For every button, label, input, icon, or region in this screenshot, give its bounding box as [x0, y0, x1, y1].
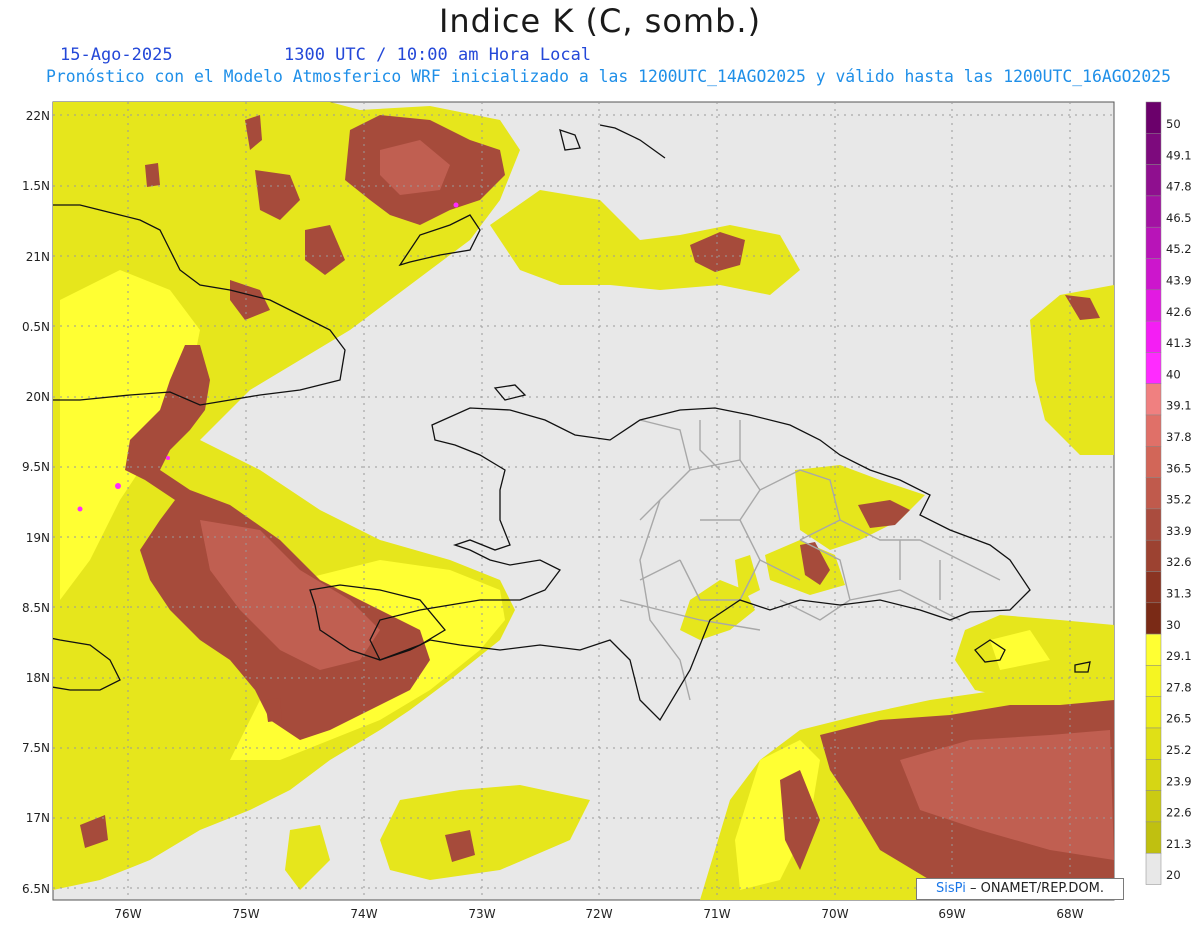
- colorbar-swatch: [1145, 727, 1162, 760]
- colorbar-swatch: [1145, 759, 1162, 791]
- lat-label-2: 21N: [26, 250, 50, 264]
- colorbar-label: 27.8: [1166, 680, 1192, 694]
- colorbar-label: 43.9: [1166, 274, 1192, 288]
- lat-label-6: 19N: [26, 531, 50, 545]
- colorbar-swatch: [1145, 477, 1162, 510]
- colorbar-swatch: [1145, 383, 1162, 416]
- credit-text: – ONAMET/REP.DOM.: [969, 881, 1104, 896]
- lat-label-1: 1.5N: [22, 179, 50, 193]
- colorbar-label: 37.8: [1166, 430, 1192, 444]
- lat-label-8: 18N: [26, 671, 50, 685]
- lon-label-3: 73W: [468, 907, 495, 921]
- colorbar-swatch: [1145, 696, 1162, 729]
- colorbar-label: 26.5: [1166, 712, 1192, 726]
- colorbar-label: 20: [1166, 868, 1181, 882]
- sispi-logo-text: SisPi: [936, 881, 966, 896]
- colorbar-label: 42.6: [1166, 305, 1192, 319]
- lon-label-2: 74W: [350, 907, 377, 921]
- colorbar-label: 31.3: [1166, 587, 1192, 601]
- colorbar-swatch: [1145, 352, 1162, 384]
- colorbar-swatch: [1145, 133, 1162, 165]
- lat-label-10: 17N: [26, 811, 50, 825]
- colorbar-label: 23.9: [1166, 774, 1192, 788]
- colorbar-swatch: [1145, 633, 1162, 666]
- colorbar-swatch: [1145, 508, 1162, 541]
- colorbar-label: 47.8: [1166, 180, 1192, 194]
- colorbar-label: 21.3: [1166, 837, 1192, 851]
- colorbar-swatch: [1145, 821, 1162, 854]
- colorbar-label: 45.2: [1166, 242, 1192, 256]
- colorbar-label: 22.6: [1166, 806, 1192, 820]
- k-index-map: 22N 1.5N 21N 0.5N 20N 9.5N 19N 8.5N 18N …: [22, 101, 1192, 921]
- colorbar-swatch: [1145, 665, 1162, 697]
- lon-label-0: 76W: [114, 907, 141, 921]
- colorbar-swatch: [1145, 539, 1162, 572]
- colorbar-swatch: [1145, 446, 1162, 478]
- colorbar-label: 30: [1166, 618, 1181, 632]
- lat-label-0: 22N: [26, 109, 50, 123]
- colorbar-swatch: [1145, 602, 1162, 635]
- colorbar-label: 46.5: [1166, 211, 1192, 225]
- credit-box: SisPi – ONAMET/REP.DOM.: [916, 878, 1124, 900]
- colorbar-swatch: [1145, 571, 1162, 604]
- colorbar-label: 29.1: [1166, 649, 1192, 663]
- colorbar-label: 50: [1166, 117, 1181, 131]
- colorbar-swatch: [1145, 195, 1162, 228]
- colorbar-label: 49.1: [1166, 148, 1192, 162]
- latitude-labels: 22N 1.5N 21N 0.5N 20N 9.5N 19N 8.5N 18N …: [22, 109, 50, 896]
- lon-label-5: 71W: [703, 907, 730, 921]
- colorbar-label: 32.6: [1166, 555, 1192, 569]
- lat-label-11: 6.5N: [22, 882, 50, 896]
- colorbar-label: 41.3: [1166, 336, 1192, 350]
- lat-label-3: 0.5N: [22, 320, 50, 334]
- lat-label-9: 7.5N: [22, 741, 50, 755]
- colorbar-swatch: [1145, 101, 1162, 134]
- colorbar-swatch: [1145, 289, 1162, 322]
- colorbar-label: 33.9: [1166, 524, 1192, 538]
- colorbar-swatch: [1145, 258, 1162, 291]
- lat-label-7: 8.5N: [22, 601, 50, 615]
- lat-label-4: 20N: [26, 390, 50, 404]
- lon-label-1: 75W: [232, 907, 259, 921]
- colorbar-swatch: [1145, 320, 1162, 353]
- longitude-labels: 76W 75W 74W 73W 72W 71W 70W 69W 68W: [114, 907, 1083, 921]
- colorbar-swatch: [1145, 164, 1162, 197]
- colorbar-label: 39.1: [1166, 399, 1192, 413]
- lon-label-4: 72W: [585, 907, 612, 921]
- colorbar-label: 40: [1166, 367, 1181, 381]
- colorbar-label: 35.2: [1166, 493, 1192, 507]
- lon-label-6: 70W: [821, 907, 848, 921]
- lon-label-7: 69W: [938, 907, 965, 921]
- colorbar-swatch: [1145, 790, 1162, 823]
- lat-label-5: 9.5N: [22, 460, 50, 474]
- colorbar-label: 25.2: [1166, 743, 1192, 757]
- colorbar-swatch: [1145, 852, 1162, 885]
- colorbar-swatch: [1145, 414, 1162, 447]
- lon-label-8: 68W: [1056, 907, 1083, 921]
- colorbar-label: 36.5: [1166, 461, 1192, 475]
- colorbar-swatch: [1145, 226, 1162, 259]
- colorbar-legend: 50 49.1 47.8 46.5 45.2 43.9 42.6 41.3 40 39.1 37.8…: [1145, 101, 1192, 885]
